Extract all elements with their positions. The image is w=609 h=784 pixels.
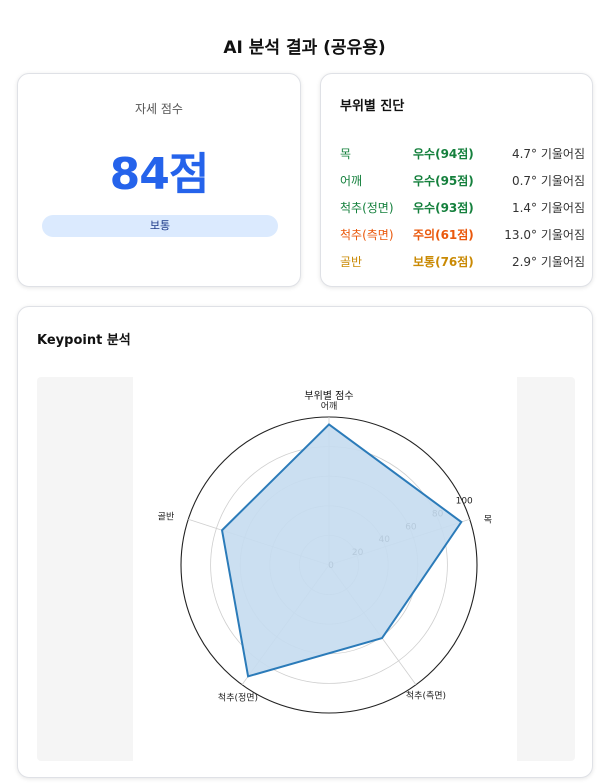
radar-category-label: 척추(측면) xyxy=(406,691,446,702)
chart-container: 020406080100어깨목척추(측면)척추(정면)골반부위별 점수 xyxy=(37,377,575,761)
diagnosis-status: 우수(95점) xyxy=(413,174,474,188)
chart-title: 부위별 점수 xyxy=(304,389,353,402)
diagnosis-part: 척추(정면) xyxy=(340,201,394,215)
keypoint-title: Keypoint 분석 xyxy=(37,333,131,348)
score-card: 자세 점수 84점 보통 xyxy=(17,73,301,287)
diagnosis-tilt: 4.7° 기울어짐 xyxy=(511,147,585,161)
radar-tick-label: 100 xyxy=(456,497,473,507)
diagnosis-title: 부위별 진단 xyxy=(340,99,405,114)
radar-category-label: 목 xyxy=(484,514,492,525)
diagnosis-status: 보통(76점) xyxy=(413,255,474,269)
diagnosis-status: 우수(93점) xyxy=(413,201,474,215)
diagnosis-row: 척추(측면) 주의(61점) 13.0° 기울어짐 xyxy=(340,226,585,244)
radar-series-area xyxy=(220,423,463,678)
diagnosis-part: 골반 xyxy=(340,255,363,269)
score-label: 자세 점수 xyxy=(135,102,183,116)
chart-canvas: 020406080100어깨목척추(측면)척추(정면)골반부위별 점수 xyxy=(133,377,517,761)
diagnosis-tilt: 1.4° 기울어짐 xyxy=(511,201,585,215)
radar-category-label: 골반 xyxy=(158,511,175,522)
score-value: 84점 xyxy=(109,149,210,200)
page-title: AI 분석 결과 (공유용) xyxy=(223,38,386,58)
diagnosis-row: 어깨 우수(95점) 0.7° 기울어짐 xyxy=(340,172,585,190)
diagnosis-status: 우수(94점) xyxy=(413,147,474,161)
diagnosis-row: 척추(정면) 우수(93점) 1.4° 기울어짐 xyxy=(340,199,585,217)
diagnosis-tilt: 2.9° 기울어짐 xyxy=(511,255,585,269)
diagnosis-part: 어깨 xyxy=(340,174,363,188)
diagnosis-tilt: 0.7° 기울어짐 xyxy=(511,174,585,188)
diagnosis-card: 부위별 진단 목 우수(94점) 4.7° 기울어짐어깨 우수(95점) 0.7° 기울… xyxy=(320,73,593,287)
diagnosis-part: 척추(측면) xyxy=(340,228,394,242)
diagnosis-status: 주의(61점) xyxy=(413,228,474,242)
keypoint-card: Keypoint 분석 020406080100어깨목척추(측면)척추(정면)골… xyxy=(17,306,593,778)
grade-badge: 보통 xyxy=(42,215,278,237)
radar-chart: 020406080100어깨목척추(측면)척추(정면)골반부위별 점수 xyxy=(158,389,492,714)
radar-category-label: 척추(정면) xyxy=(218,693,258,704)
diagnosis-row: 골반 보통(76점) 2.9° 기울어짐 xyxy=(340,253,585,271)
diagnosis-tilt: 13.0° 기울어짐 xyxy=(504,228,585,242)
diagnosis-part: 목 xyxy=(340,147,352,161)
diagnosis-row: 목 우수(94점) 4.7° 기울어짐 xyxy=(340,145,585,163)
